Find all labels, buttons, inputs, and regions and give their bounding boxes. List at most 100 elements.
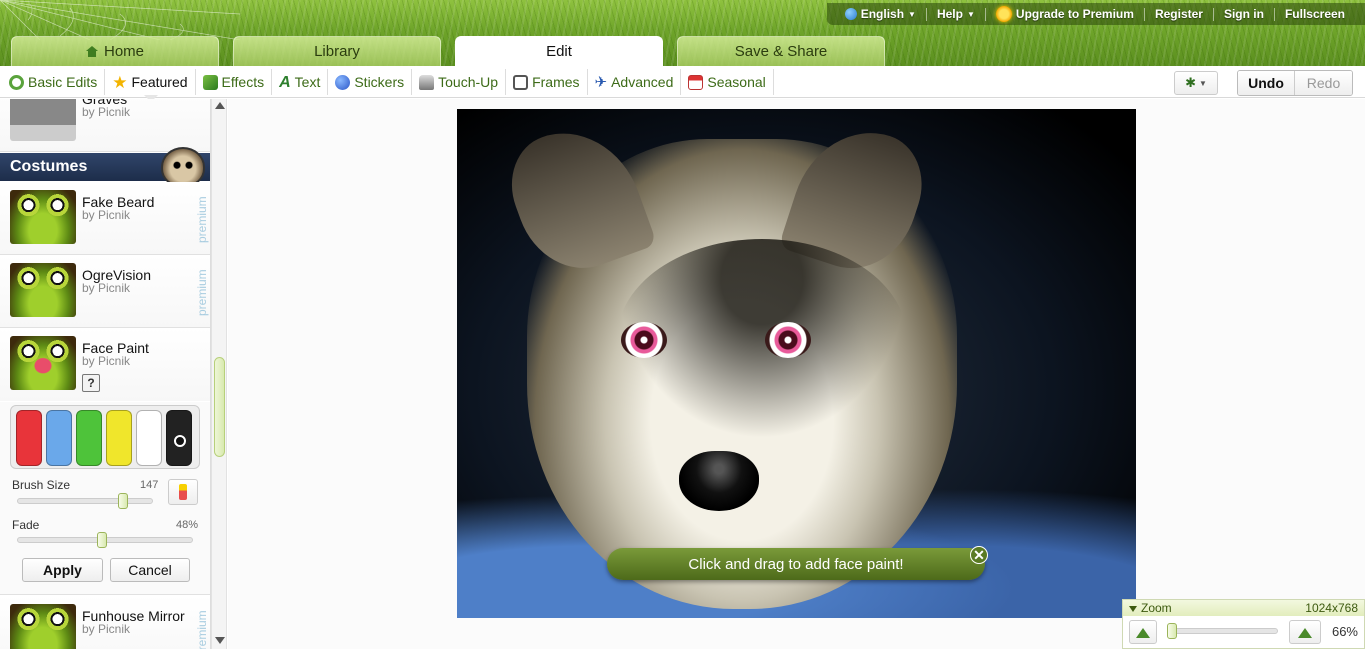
redo-button[interactable]: Redo xyxy=(1295,71,1352,95)
zoom-out-button[interactable] xyxy=(1129,620,1157,644)
effects-scrollbar[interactable] xyxy=(211,99,227,649)
color-swatch[interactable] xyxy=(106,410,132,466)
subtab-stickers[interactable]: Stickers xyxy=(328,69,413,95)
help-button[interactable]: ? xyxy=(82,374,100,392)
subtab-label: Effects xyxy=(221,74,265,90)
cancel-button[interactable]: Cancel xyxy=(110,558,190,582)
zoom-knob[interactable] xyxy=(1167,623,1178,639)
sun-icon xyxy=(995,6,1012,22)
dog-nose xyxy=(679,451,759,511)
collapse-icon xyxy=(1129,606,1137,612)
edit-subtabs: Basic Edits ★ Featured Effects A Text St… xyxy=(2,69,774,102)
tab-library[interactable]: Library xyxy=(233,36,441,66)
effects-icon xyxy=(202,74,218,90)
effect-thumbnail xyxy=(10,336,76,390)
subtab-label: Text xyxy=(294,74,321,90)
subtab-label: Basic Edits xyxy=(28,74,98,90)
brush-size-knob[interactable] xyxy=(117,493,128,509)
effect-graves[interactable]: Graves by Picnik xyxy=(0,99,210,152)
subtab-effects[interactable]: Effects xyxy=(196,69,273,95)
subtab-touch-up[interactable]: Touch-Up xyxy=(412,69,507,95)
stickers-icon xyxy=(335,74,351,90)
effect-author: by Picnik xyxy=(82,354,131,368)
eraser-button[interactable] xyxy=(168,479,198,505)
color-swatches xyxy=(10,405,200,469)
color-swatch[interactable] xyxy=(16,410,42,466)
subtab-seasonal[interactable]: Seasonal xyxy=(681,69,774,95)
main-tabs: Home Library Edit Save & Share xyxy=(11,36,885,66)
chevron-down-icon: ▼ xyxy=(966,9,975,19)
spider-web-decoration xyxy=(0,0,240,40)
wolf-mask-icon xyxy=(161,147,205,187)
upgrade-link[interactable]: Upgrade to Premium xyxy=(986,6,1144,22)
photo-canvas[interactable] xyxy=(457,109,1136,618)
zoom-label: Zoom xyxy=(1141,601,1172,615)
help-menu[interactable]: Help ▼ xyxy=(927,7,985,21)
fade-knob[interactable] xyxy=(96,532,107,548)
zoom-value: 66% xyxy=(1331,624,1358,639)
tab-edit[interactable]: Edit xyxy=(455,36,663,66)
undo-button[interactable]: Undo xyxy=(1238,71,1295,95)
scroll-thumb[interactable] xyxy=(214,357,225,457)
settings-button[interactable]: ✱ ▼ xyxy=(1174,71,1218,95)
effects-panel: Graves by Picnik Costumes Fake Beard by … xyxy=(0,99,211,649)
color-swatch[interactable] xyxy=(136,410,162,466)
premium-badge: premium xyxy=(195,269,209,317)
subtab-label: Stickers xyxy=(354,74,405,90)
subtab-featured[interactable]: ★ Featured xyxy=(105,69,196,102)
tab-library-label: Library xyxy=(314,43,360,60)
subtab-label: Touch-Up xyxy=(438,74,499,90)
subtab-label: Featured xyxy=(131,74,188,90)
scroll-down-icon[interactable] xyxy=(215,637,225,644)
image-dimensions: 1024x768 xyxy=(1305,601,1358,615)
apply-button[interactable]: Apply xyxy=(22,558,103,582)
face-paint-controls: Brush Size 147 Fade 48% Apply Cancel xyxy=(0,402,210,595)
register-link[interactable]: Register xyxy=(1145,7,1213,21)
subtab-basic-edits[interactable]: Basic Edits xyxy=(2,69,106,95)
color-swatch[interactable] xyxy=(166,410,192,466)
zoom-slider[interactable] xyxy=(1167,623,1278,639)
section-title: Costumes xyxy=(10,158,88,175)
language-selector[interactable]: English ▼ xyxy=(835,7,926,21)
frames-icon xyxy=(513,74,529,90)
zoom-header[interactable]: Zoom 1024x768 xyxy=(1123,600,1364,616)
effect-author: by Picnik xyxy=(82,105,131,119)
color-swatch[interactable] xyxy=(76,410,102,466)
close-icon[interactable]: ✕ xyxy=(970,546,988,564)
brush-size-label: Brush Size xyxy=(12,478,71,492)
effect-funhouse-mirror[interactable]: Funhouse Mirror by Picnik premium xyxy=(0,596,210,649)
tab-home[interactable]: Home xyxy=(11,36,219,66)
dog-eye-left xyxy=(621,322,667,358)
zoom-in-button[interactable] xyxy=(1289,620,1321,644)
subtab-label: Seasonal xyxy=(707,74,766,90)
zoom-panel: Zoom 1024x768 66% xyxy=(1122,599,1365,649)
tab-save-share[interactable]: Save & Share xyxy=(677,36,885,66)
undo-redo-group: Undo Redo xyxy=(1237,70,1353,96)
scroll-up-icon[interactable] xyxy=(215,102,225,109)
advanced-icon: ✈ xyxy=(594,73,608,91)
subtab-frames[interactable]: Frames xyxy=(506,69,588,95)
tab-save-share-label: Save & Share xyxy=(734,43,828,60)
effect-ogrevision[interactable]: OgreVision by Picnik premium xyxy=(0,255,210,328)
subtab-advanced[interactable]: ✈ Advanced xyxy=(588,69,682,95)
fade-value: 48% xyxy=(176,519,199,531)
premium-badge: premium xyxy=(195,610,209,649)
fullscreen-link[interactable]: Fullscreen xyxy=(1275,7,1355,21)
chevron-down-icon: ▼ xyxy=(908,9,916,19)
effect-thumbnail xyxy=(10,263,76,317)
effect-fake-beard[interactable]: Fake Beard by Picnik premium xyxy=(0,182,210,255)
sign-in-link[interactable]: Sign in xyxy=(1214,7,1274,21)
effect-author: by Picnik xyxy=(82,281,131,295)
tab-edit-label: Edit xyxy=(546,43,572,60)
color-swatch[interactable] xyxy=(46,410,72,466)
effect-thumbnail xyxy=(10,190,76,244)
premium-badge: premium xyxy=(195,196,209,244)
fade-slider[interactable] xyxy=(17,532,193,548)
brush-size-slider[interactable] xyxy=(17,493,153,509)
section-header-costumes: Costumes xyxy=(0,147,210,187)
upgrade-label: Upgrade to Premium xyxy=(1015,7,1134,21)
subtab-text[interactable]: A Text xyxy=(272,69,329,95)
top-links-bar: English ▼ Help ▼ Upgrade to Premium Regi… xyxy=(826,3,1365,25)
effect-face-paint[interactable]: Face Paint by Picnik ? xyxy=(0,328,210,401)
subtab-label: Frames xyxy=(532,74,580,90)
